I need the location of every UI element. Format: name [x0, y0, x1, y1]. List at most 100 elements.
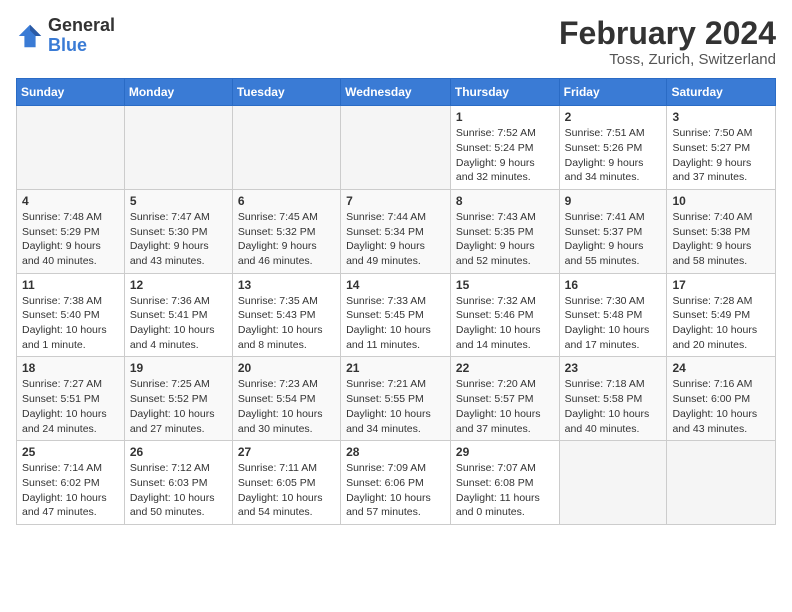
- day-number: 7: [346, 194, 445, 208]
- calendar-cell: [341, 106, 451, 190]
- day-info: Sunrise: 7:40 AM Sunset: 5:38 PM Dayligh…: [672, 210, 770, 269]
- day-number: 19: [130, 361, 227, 375]
- calendar-cell: 1Sunrise: 7:52 AM Sunset: 5:24 PM Daylig…: [450, 106, 559, 190]
- day-number: 18: [22, 361, 119, 375]
- day-number: 1: [456, 110, 554, 124]
- day-number: 10: [672, 194, 770, 208]
- day-number: 29: [456, 445, 554, 459]
- logo-blue: Blue: [48, 35, 87, 55]
- calendar-body: 1Sunrise: 7:52 AM Sunset: 5:24 PM Daylig…: [17, 106, 776, 525]
- day-info: Sunrise: 7:45 AM Sunset: 5:32 PM Dayligh…: [238, 210, 335, 269]
- day-info: Sunrise: 7:35 AM Sunset: 5:43 PM Dayligh…: [238, 294, 335, 353]
- day-number: 25: [22, 445, 119, 459]
- day-number: 23: [565, 361, 662, 375]
- calendar-cell: 23 Sunrise: 7:18 AM Sunset: 5:58 PM Dayli…: [559, 357, 667, 441]
- calendar-cell: 4 Sunrise: 7:48 AM Sunset: 5:29 PM Daylig…: [17, 189, 125, 273]
- day-info: Sunrise: 7:50 AM Sunset: 5:27 PM Dayligh…: [672, 126, 770, 185]
- calendar-cell: 15 Sunrise: 7:32 AM Sunset: 5:46 PM Dayli…: [450, 273, 559, 357]
- calendar-cell: 13 Sunrise: 7:35 AM Sunset: 5:43 PM Dayli…: [232, 273, 340, 357]
- calendar-week-2: 4 Sunrise: 7:48 AM Sunset: 5:29 PM Daylig…: [17, 189, 776, 273]
- day-number: 9: [565, 194, 662, 208]
- day-info: Sunrise: 7:20 AM Sunset: 5:57 PM Dayligh…: [456, 377, 554, 436]
- day-number: 15: [456, 278, 554, 292]
- location: Toss, Zurich, Switzerland: [559, 51, 776, 68]
- calendar-cell: 2 Sunrise: 7:51 AM Sunset: 5:26 PM Daylig…: [559, 106, 667, 190]
- calendar-week-1: 1Sunrise: 7:52 AM Sunset: 5:24 PM Daylig…: [17, 106, 776, 190]
- weekday-header-row: SundayMondayTuesdayWednesdayThursdayFrid…: [17, 79, 776, 106]
- day-info: Sunrise: 7:51 AM Sunset: 5:26 PM Dayligh…: [565, 126, 662, 185]
- calendar-cell: 21 Sunrise: 7:21 AM Sunset: 5:55 PM Dayli…: [341, 357, 451, 441]
- calendar-cell: 22Sunrise: 7:20 AM Sunset: 5:57 PM Dayli…: [450, 357, 559, 441]
- calendar-cell: [17, 106, 125, 190]
- calendar-cell: 7 Sunrise: 7:44 AM Sunset: 5:34 PM Daylig…: [341, 189, 451, 273]
- calendar-cell: 24 Sunrise: 7:16 AM Sunset: 6:00 PM Dayli…: [667, 357, 776, 441]
- calendar-cell: 3 Sunrise: 7:50 AM Sunset: 5:27 PM Daylig…: [667, 106, 776, 190]
- day-info: Sunrise: 7:27 AM Sunset: 5:51 PM Dayligh…: [22, 377, 119, 436]
- logo-icon: [16, 22, 44, 50]
- day-info: Sunrise: 7:28 AM Sunset: 5:49 PM Dayligh…: [672, 294, 770, 353]
- day-info: Sunrise: 7:12 AM Sunset: 6:03 PM Dayligh…: [130, 461, 227, 520]
- day-number: 3: [672, 110, 770, 124]
- calendar-cell: 17 Sunrise: 7:28 AM Sunset: 5:49 PM Dayli…: [667, 273, 776, 357]
- day-info: Sunrise: 7:41 AM Sunset: 5:37 PM Dayligh…: [565, 210, 662, 269]
- month-year: February 2024: [559, 16, 776, 51]
- calendar-cell: [559, 441, 667, 525]
- weekday-header-sunday: Sunday: [17, 79, 125, 106]
- calendar-week-5: 25 Sunrise: 7:14 AM Sunset: 6:02 PM Dayli…: [17, 441, 776, 525]
- day-number: 27: [238, 445, 335, 459]
- day-info: Sunrise: 7:36 AM Sunset: 5:41 PM Dayligh…: [130, 294, 227, 353]
- day-info: Sunrise: 7:32 AM Sunset: 5:46 PM Dayligh…: [456, 294, 554, 353]
- weekday-header-friday: Friday: [559, 79, 667, 106]
- calendar-cell: 10 Sunrise: 7:40 AM Sunset: 5:38 PM Dayli…: [667, 189, 776, 273]
- day-number: 26: [130, 445, 227, 459]
- day-number: 16: [565, 278, 662, 292]
- day-number: 5: [130, 194, 227, 208]
- day-number: 2: [565, 110, 662, 124]
- day-info: Sunrise: 7:14 AM Sunset: 6:02 PM Dayligh…: [22, 461, 119, 520]
- page-header: General Blue February 2024 Toss, Zurich,…: [16, 16, 776, 68]
- calendar-cell: 20Sunrise: 7:23 AM Sunset: 5:54 PM Dayli…: [232, 357, 340, 441]
- calendar-cell: 6 Sunrise: 7:45 AM Sunset: 5:32 PM Daylig…: [232, 189, 340, 273]
- calendar-cell: 14Sunrise: 7:33 AM Sunset: 5:45 PM Dayli…: [341, 273, 451, 357]
- day-info: Sunrise: 7:48 AM Sunset: 5:29 PM Dayligh…: [22, 210, 119, 269]
- day-info: Sunrise: 7:44 AM Sunset: 5:34 PM Dayligh…: [346, 210, 445, 269]
- day-number: 6: [238, 194, 335, 208]
- day-info: Sunrise: 7:18 AM Sunset: 5:58 PM Dayligh…: [565, 377, 662, 436]
- day-number: 4: [22, 194, 119, 208]
- calendar-cell: 5Sunrise: 7:47 AM Sunset: 5:30 PM Daylig…: [124, 189, 232, 273]
- weekday-header-wednesday: Wednesday: [341, 79, 451, 106]
- day-number: 8: [456, 194, 554, 208]
- day-info: Sunrise: 7:11 AM Sunset: 6:05 PM Dayligh…: [238, 461, 335, 520]
- day-info: Sunrise: 7:30 AM Sunset: 5:48 PM Dayligh…: [565, 294, 662, 353]
- calendar-cell: 8 Sunrise: 7:43 AM Sunset: 5:35 PM Daylig…: [450, 189, 559, 273]
- calendar-cell: 11Sunrise: 7:38 AM Sunset: 5:40 PM Dayli…: [17, 273, 125, 357]
- calendar-cell: 16 Sunrise: 7:30 AM Sunset: 5:48 PM Dayli…: [559, 273, 667, 357]
- weekday-header-thursday: Thursday: [450, 79, 559, 106]
- weekday-header-monday: Monday: [124, 79, 232, 106]
- day-info: Sunrise: 7:21 AM Sunset: 5:55 PM Dayligh…: [346, 377, 445, 436]
- calendar-cell: 26 Sunrise: 7:12 AM Sunset: 6:03 PM Dayli…: [124, 441, 232, 525]
- day-number: 17: [672, 278, 770, 292]
- calendar-cell: [124, 106, 232, 190]
- day-info: Sunrise: 7:43 AM Sunset: 5:35 PM Dayligh…: [456, 210, 554, 269]
- day-number: 28: [346, 445, 445, 459]
- weekday-header-saturday: Saturday: [667, 79, 776, 106]
- calendar-cell: 28 Sunrise: 7:09 AM Sunset: 6:06 PM Dayli…: [341, 441, 451, 525]
- calendar-cell: 18 Sunrise: 7:27 AM Sunset: 5:51 PM Dayli…: [17, 357, 125, 441]
- day-info: Sunrise: 7:16 AM Sunset: 6:00 PM Dayligh…: [672, 377, 770, 436]
- day-number: 13: [238, 278, 335, 292]
- calendar-cell: 12 Sunrise: 7:36 AM Sunset: 5:41 PM Dayli…: [124, 273, 232, 357]
- day-info: Sunrise: 7:38 AM Sunset: 5:40 PM Dayligh…: [22, 294, 119, 353]
- calendar-cell: 25 Sunrise: 7:14 AM Sunset: 6:02 PM Dayli…: [17, 441, 125, 525]
- logo-text: General Blue: [48, 16, 115, 56]
- calendar-cell: 19Sunrise: 7:25 AM Sunset: 5:52 PM Dayli…: [124, 357, 232, 441]
- day-info: Sunrise: 7:09 AM Sunset: 6:06 PM Dayligh…: [346, 461, 445, 520]
- day-number: 20: [238, 361, 335, 375]
- day-number: 21: [346, 361, 445, 375]
- day-info: Sunrise: 7:33 AM Sunset: 5:45 PM Dayligh…: [346, 294, 445, 353]
- day-number: 12: [130, 278, 227, 292]
- calendar-cell: [232, 106, 340, 190]
- calendar-cell: 27 Sunrise: 7:11 AM Sunset: 6:05 PM Dayli…: [232, 441, 340, 525]
- logo: General Blue: [16, 16, 115, 56]
- day-number: 24: [672, 361, 770, 375]
